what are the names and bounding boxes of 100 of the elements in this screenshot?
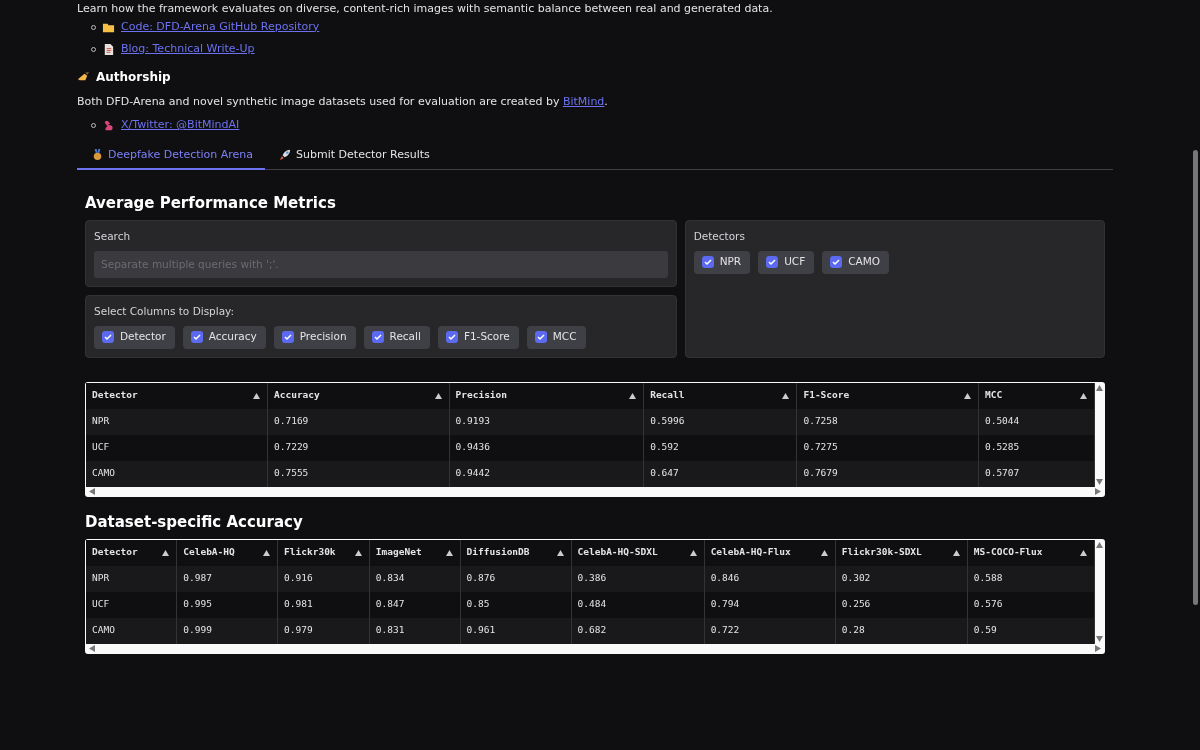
table-cell: 0.981: [277, 591, 370, 618]
table-cell: 0.7258: [796, 408, 979, 435]
section-heading: Average Performance Metrics: [85, 194, 337, 212]
column-header[interactable]: DiffusionDB: [460, 539, 572, 566]
sort-icon[interactable]: [444, 548, 454, 557]
sort-icon[interactable]: [819, 548, 829, 557]
checkbox-option[interactable]: Recall: [363, 325, 430, 349]
column-header[interactable]: MCC: [978, 382, 1095, 409]
checkbox[interactable]: [830, 256, 843, 269]
table-cell: 0.302: [835, 565, 968, 592]
document-icon: [102, 42, 115, 56]
table-cell: 0.5044: [978, 408, 1095, 435]
table-cell: 0.588: [967, 565, 1095, 592]
column-header[interactable]: Flickr30k-SDXL: [835, 539, 968, 566]
table-cell: 0.28: [835, 617, 968, 644]
checkbox[interactable]: [190, 331, 203, 343]
sort-icon[interactable]: [353, 548, 363, 557]
scroll-down-icon[interactable]: [1096, 478, 1103, 485]
sort-icon[interactable]: [252, 391, 261, 400]
sort-icon[interactable]: [433, 391, 443, 400]
table-cell: 0.995: [176, 591, 278, 618]
column-header[interactable]: MS-COCO-Flux: [967, 539, 1095, 566]
sort-icon[interactable]: [1079, 548, 1088, 557]
tab[interactable]: Submit Detector Results: [265, 142, 442, 170]
checkbox[interactable]: [102, 331, 114, 343]
authorship-text: Both DFD-Arena and novel synthetic image datasets used for evaluation are created by BitMind.: [77, 94, 609, 110]
column-header[interactable]: CelebA-HQ-SDXL: [571, 539, 705, 566]
bird-icon: [102, 119, 115, 132]
table-cell: 0.592: [643, 434, 797, 461]
table-cell: 0.9442: [449, 460, 644, 487]
link[interactable]: Code: DFD-Arena GitHub Repository: [121, 18, 320, 36]
column-header[interactable]: Recall: [643, 382, 797, 409]
checkbox-option[interactable]: MCC: [526, 325, 586, 349]
scroll-up-icon[interactable]: [1096, 541, 1103, 548]
column-header[interactable]: Flickr30k: [277, 539, 370, 566]
table-cell: 0.5285: [978, 434, 1095, 461]
column-header[interactable]: Detector: [86, 539, 177, 566]
rocket-icon: [279, 148, 293, 162]
checkbox[interactable]: [766, 256, 779, 269]
scroll-left-icon[interactable]: [89, 644, 95, 652]
checkbox-option[interactable]: Accuracy: [182, 325, 266, 349]
checkbox-option[interactable]: Detector: [94, 325, 175, 349]
table-cell: 0.794: [704, 591, 836, 618]
section-heading: Authorship: [96, 69, 171, 86]
sort-icon[interactable]: [962, 391, 972, 400]
checkbox-option[interactable]: NPR: [693, 250, 751, 274]
checkbox-option[interactable]: F1-Score: [437, 325, 519, 349]
table-cell: 0.7229: [267, 434, 450, 461]
medal-icon: [91, 148, 104, 162]
checkbox[interactable]: [534, 331, 547, 343]
sort-icon[interactable]: [781, 391, 791, 400]
column-header[interactable]: Detector: [86, 382, 268, 409]
table-cell: CAMO: [86, 460, 268, 487]
table-cell: UCF: [86, 434, 268, 461]
table-cell: 0.979: [277, 617, 370, 644]
table-cell: 0.7555: [267, 460, 450, 487]
scroll-down-icon[interactable]: [1096, 635, 1103, 642]
table-cell: 0.846: [704, 565, 836, 592]
intro-text: Learn how the framework evaluates on diverse, content-rich images with semantic balance between real and generated data.: [77, 2, 774, 16]
sort-icon[interactable]: [555, 548, 565, 557]
table-cell: 0.916: [277, 565, 370, 592]
table-cell: 0.876: [460, 565, 572, 592]
table-cell: 0.7679: [796, 460, 979, 487]
table-cell: 0.647: [643, 460, 797, 487]
table-cell: 0.5996: [643, 408, 797, 435]
sort-icon[interactable]: [628, 391, 638, 400]
checkbox[interactable]: [701, 256, 714, 269]
checkbox[interactable]: [445, 331, 458, 343]
checkbox[interactable]: [281, 331, 294, 343]
table-cell: 0.256: [835, 591, 968, 618]
column-header[interactable]: CelebA-HQ-Flux: [704, 539, 836, 566]
sort-icon[interactable]: [688, 548, 698, 557]
section-heading: Dataset-specific Accuracy: [85, 512, 304, 531]
sort-icon[interactable]: [161, 548, 171, 557]
checkbox[interactable]: [371, 331, 384, 343]
column-header[interactable]: Precision: [449, 382, 644, 409]
table-cell: 0.831: [369, 617, 461, 644]
sort-icon[interactable]: [1079, 391, 1088, 400]
checkbox-option[interactable]: CAMO: [822, 250, 890, 274]
sort-icon[interactable]: [951, 548, 961, 557]
column-header[interactable]: CelebA-HQ: [176, 539, 278, 566]
column-header[interactable]: Accuracy: [267, 382, 450, 409]
scroll-right-icon[interactable]: [1095, 644, 1101, 652]
checkbox-option[interactable]: Precision: [273, 325, 356, 349]
field-label: Search: [94, 229, 132, 244]
sort-icon[interactable]: [262, 548, 272, 557]
column-header[interactable]: F1-Score: [796, 382, 979, 409]
column-header[interactable]: ImageNet: [369, 539, 461, 566]
table-cell: 0.484: [571, 591, 705, 618]
scroll-up-icon[interactable]: [1096, 384, 1103, 391]
table-cell: 0.5707: [978, 460, 1095, 487]
tab[interactable]: Deepfake Detection Arena: [77, 142, 266, 170]
checkbox-option[interactable]: UCF: [758, 250, 815, 274]
table-cell: 0.722: [704, 617, 836, 644]
scroll-right-icon[interactable]: [1095, 487, 1101, 495]
link[interactable]: X/Twitter: @BitMindAI: [121, 117, 240, 134]
table-cell: 0.85: [460, 591, 572, 618]
table-cell: 0.847: [369, 591, 461, 618]
link[interactable]: Blog: Technical Write-Up: [121, 40, 255, 58]
scroll-left-icon[interactable]: [89, 487, 95, 495]
